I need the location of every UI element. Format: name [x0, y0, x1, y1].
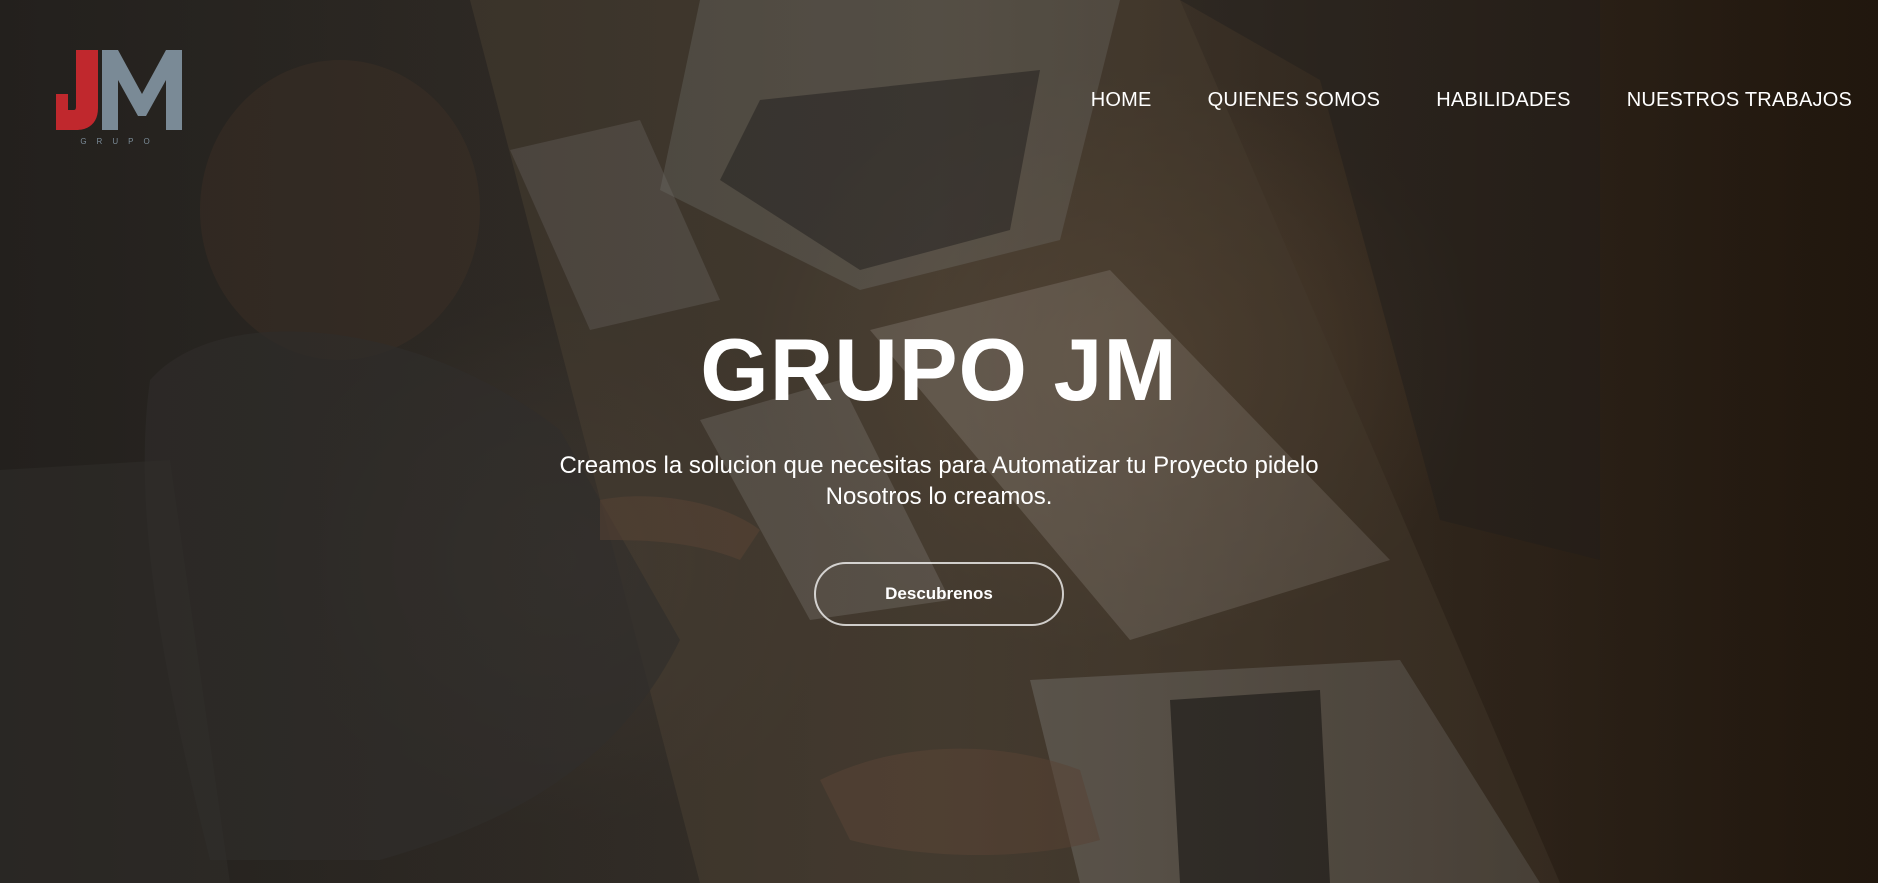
hero-subtitle: Creamos la solucion que necesitas para A…: [559, 452, 1319, 510]
descubrenos-button[interactable]: Descubrenos: [814, 562, 1064, 626]
jm-logo-icon: GRUPO: [56, 50, 182, 146]
nav-quienes-somos-link[interactable]: QUIENES SOMOS: [1208, 86, 1381, 114]
hero-title: GRUPO JM: [700, 320, 1178, 419]
nav-nuestros-trabajos-link[interactable]: NUESTROS TRABAJOS: [1627, 86, 1852, 114]
main-nav: HOME QUIENES SOMOS HABILIDADES NUESTROS …: [1035, 86, 1852, 114]
nav-habilidades-link[interactable]: HABILIDADES: [1436, 86, 1570, 114]
nav-home-link[interactable]: HOME: [1091, 86, 1152, 114]
logo-caption: GRUPO: [80, 137, 159, 146]
hero-section: GRUPO HOME QUIENES SOMOS HABILIDADES NUE…: [0, 0, 1878, 883]
hero-content: GRUPO JM Creamos la solucion que necesit…: [0, 318, 1878, 626]
brand-logo[interactable]: GRUPO: [56, 50, 184, 146]
